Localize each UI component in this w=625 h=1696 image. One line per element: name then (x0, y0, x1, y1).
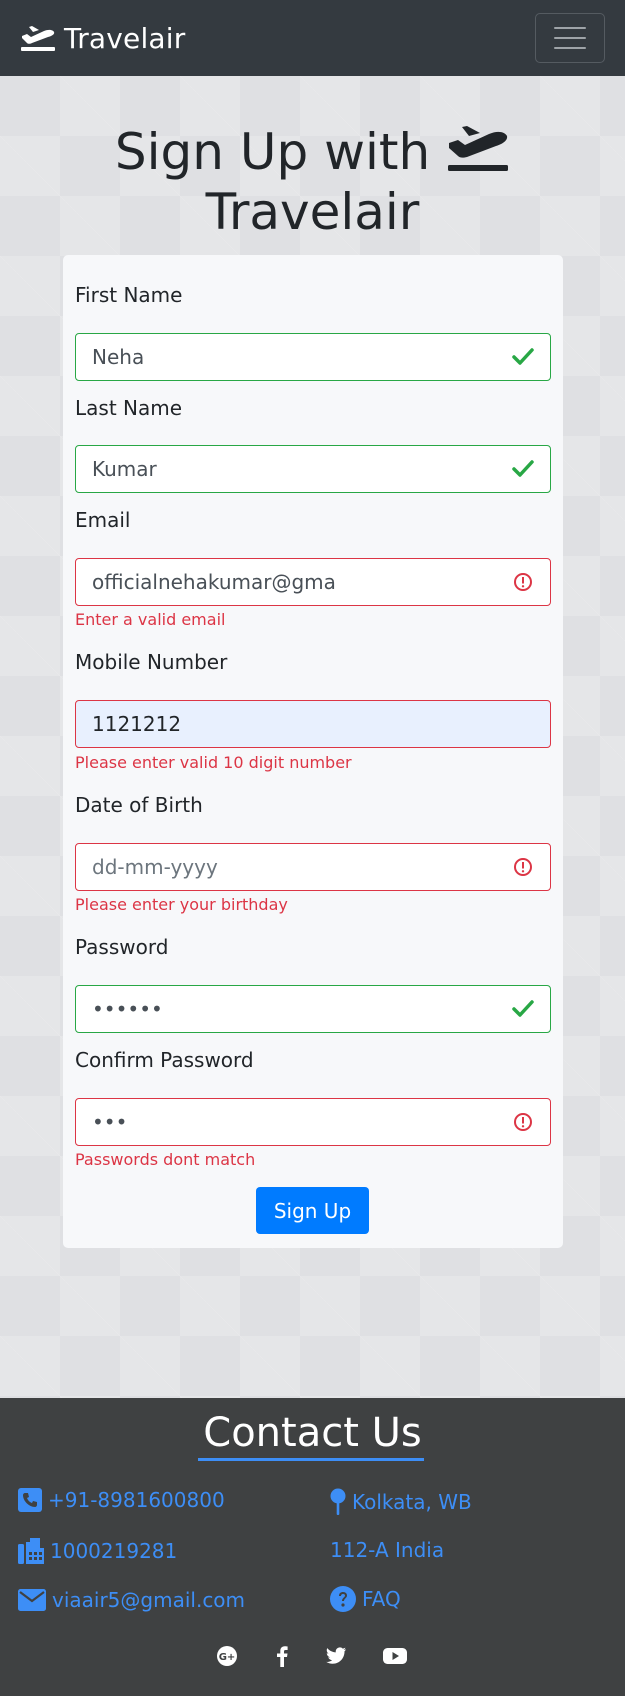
fax-link[interactable]: 1000219281 (18, 1538, 177, 1564)
fax-icon (18, 1538, 44, 1564)
last-name-label: Last Name (75, 396, 183, 420)
address-text: 112-A India (330, 1538, 445, 1562)
email-link[interactable]: viaair5@gmail.com (18, 1588, 245, 1612)
location-link[interactable]: Kolkata, WB (330, 1488, 472, 1516)
error-circle-icon (512, 571, 534, 593)
faq-link[interactable]: FAQ (330, 1586, 401, 1612)
confirm-password-label: Confirm Password (75, 1048, 254, 1072)
dob-placeholder: dd-mm-yyyy (92, 855, 218, 879)
social-links: G+ (0, 1642, 625, 1672)
title-line-2: Travelair (205, 183, 420, 241)
brand-link[interactable]: Travelair (20, 22, 185, 55)
faq-text: FAQ (362, 1587, 401, 1611)
phone-icon (18, 1488, 42, 1512)
signup-form: First Name Neha Last Name Kumar Email of… (63, 255, 563, 1248)
contact-title-underline (198, 1458, 424, 1461)
check-icon (512, 998, 534, 1020)
fax-text: 1000219281 (50, 1539, 178, 1563)
envelope-icon (18, 1589, 46, 1611)
error-circle-icon (512, 856, 534, 878)
title-line-1: Sign Up with (114, 123, 431, 181)
email-error: Enter a valid email (75, 610, 226, 629)
map-pin-icon (330, 1488, 346, 1515)
page-title: Sign Up with Travelair (0, 122, 625, 242)
check-icon (512, 346, 534, 368)
navbar: Travelair (0, 0, 625, 76)
youtube-icon[interactable] (381, 1642, 409, 1670)
location-text: Kolkata, WB (352, 1490, 472, 1514)
dob-label: Date of Birth (75, 793, 203, 817)
last-name-input[interactable]: Kumar (75, 445, 551, 493)
email-label: Email (75, 508, 131, 532)
svg-text:G+: G+ (219, 1652, 236, 1663)
error-circle-icon (512, 1111, 534, 1133)
first-name-value: Neha (92, 345, 145, 369)
sign-up-button[interactable]: Sign Up (256, 1187, 369, 1234)
email-text: viaair5@gmail.com (52, 1588, 246, 1612)
email-input[interactable]: officialnehakumar@gma (75, 558, 551, 606)
brand-name: Travelair (64, 21, 186, 55)
confirm-password-input[interactable]: ••• (75, 1098, 551, 1146)
password-value: •••••• (92, 997, 163, 1021)
confirm-password-value: ••• (92, 1110, 128, 1134)
mobile-value: 1121212 (92, 712, 182, 736)
plane-departure-icon (21, 26, 55, 51)
first-name-input[interactable]: Neha (75, 333, 551, 381)
password-label: Password (75, 935, 169, 959)
question-circle-icon (330, 1586, 356, 1612)
confirm-password-error: Passwords dont match (75, 1150, 256, 1169)
last-name-value: Kumar (92, 457, 157, 481)
dob-input[interactable]: dd-mm-yyyy (75, 843, 551, 891)
email-value: officialnehakumar@gma (92, 570, 336, 594)
contact-title: Contact Us (203, 1410, 422, 1456)
phone-link[interactable]: +91-8981600800 (18, 1488, 225, 1512)
twitter-icon[interactable] (322, 1642, 350, 1670)
first-name-label: First Name (75, 283, 183, 307)
phone-text: +91-8981600800 (48, 1488, 225, 1512)
check-icon (512, 458, 534, 480)
mobile-input[interactable]: 1121212 (75, 700, 551, 748)
google-plus-icon[interactable]: G+ (213, 1642, 241, 1670)
facebook-icon[interactable] (268, 1642, 296, 1670)
navbar-toggler-button[interactable] (535, 13, 605, 63)
mobile-label: Mobile Number (75, 650, 228, 674)
password-input[interactable]: •••••• (75, 985, 551, 1033)
dob-error: Please enter your birthday (75, 895, 288, 914)
hamburger-menu-icon (554, 27, 586, 29)
plane-departure-icon (448, 126, 509, 171)
mobile-error: Please enter valid 10 digit number (75, 753, 352, 772)
